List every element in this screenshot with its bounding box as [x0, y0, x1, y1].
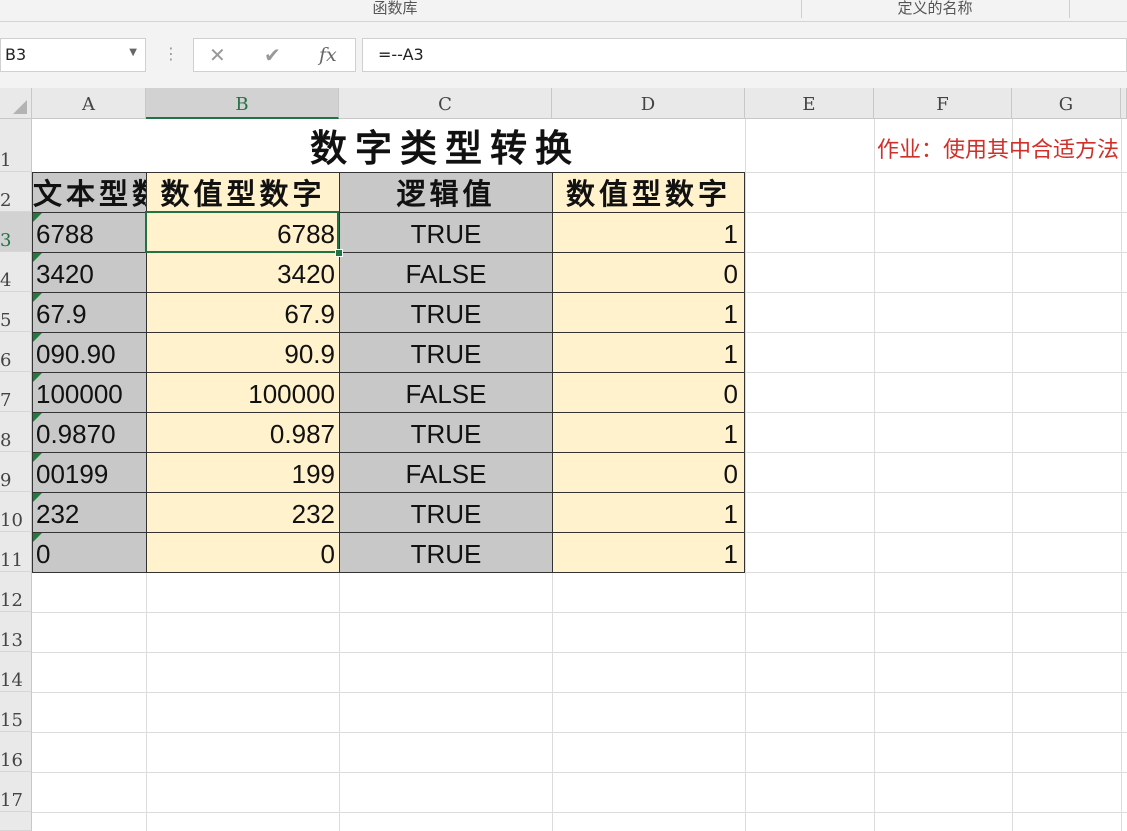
row-header-13[interactable]: 13 — [0, 612, 32, 652]
row-header-9[interactable]: 9 — [0, 452, 32, 492]
cell-d8[interactable]: 1 — [552, 412, 745, 452]
more-options-icon[interactable]: ⋮ — [163, 45, 179, 63]
column-header-e[interactable]: E — [745, 88, 874, 119]
formula-text: =--A3 — [378, 45, 424, 64]
column-header-g[interactable]: G — [1012, 88, 1121, 119]
group-label-defined-names: 定义的名称 — [897, 0, 973, 17]
cell-d9[interactable]: 0 — [552, 452, 745, 492]
cell-a7[interactable]: 100000 — [32, 372, 146, 412]
text-number-indicator — [33, 453, 42, 462]
cell-d10[interactable]: 1 — [552, 492, 745, 532]
cell-b6[interactable]: 90.9 — [146, 332, 339, 372]
formula-input[interactable]: =--A3 — [362, 38, 1127, 72]
cell-b5[interactable]: 67.9 — [146, 292, 339, 332]
name-box-value: B3 — [5, 45, 27, 64]
cell-d5[interactable]: 1 — [552, 292, 745, 332]
row-header-6[interactable]: 6 — [0, 332, 32, 372]
enter-check-icon[interactable]: ✔ — [264, 43, 281, 67]
column-header-a[interactable]: A — [32, 88, 146, 119]
cell-c4[interactable]: FALSE — [339, 252, 552, 292]
formula-bar: B3 ▼ ⋮ ✕ ✔ fx =--A3 — [0, 22, 1127, 88]
cell-a9[interactable]: 00199 — [32, 452, 146, 492]
cell-b4[interactable]: 3420 — [146, 252, 339, 292]
cell-b11[interactable]: 0 — [146, 532, 339, 573]
insert-function-icon[interactable]: fx — [319, 44, 337, 66]
cell-c7[interactable]: FALSE — [339, 372, 552, 412]
text-number-indicator — [33, 373, 42, 382]
cell-c6[interactable]: TRUE — [339, 332, 552, 372]
group-label-function-library: 函数库 — [372, 0, 418, 17]
homework-note[interactable]: 作业：使用其中合适方法 — [877, 132, 1119, 164]
fill-handle[interactable] — [335, 249, 343, 257]
cell-b8[interactable]: 0.987 — [146, 412, 339, 452]
cell-c10[interactable]: TRUE — [339, 492, 552, 532]
group-separator — [1069, 0, 1070, 18]
cell-b9[interactable]: 199 — [146, 452, 339, 492]
cell-a8[interactable]: 0.9870 — [32, 412, 146, 452]
chevron-down-icon[interactable]: ▼ — [129, 47, 137, 58]
text-number-indicator — [33, 413, 42, 422]
row-header-18-partial[interactable] — [0, 812, 32, 831]
cell-c8[interactable]: TRUE — [339, 412, 552, 452]
cell-d4[interactable]: 0 — [552, 252, 745, 292]
cell-c9[interactable]: FALSE — [339, 452, 552, 492]
row-header-10[interactable]: 10 — [0, 492, 32, 532]
cell-d11[interactable]: 1 — [552, 532, 745, 573]
cell-a5[interactable]: 67.9 — [32, 292, 146, 332]
cell-c11[interactable]: TRUE — [339, 532, 552, 573]
header-numeric-value[interactable]: 数值型数字 — [146, 172, 339, 212]
ribbon-group-strip: 函数库 定义的名称 — [0, 0, 1127, 22]
select-all-corner[interactable] — [0, 88, 32, 119]
row-header-2[interactable]: 2 — [0, 172, 32, 212]
header-text-number[interactable]: 文本型数 — [32, 172, 146, 212]
sheet-title[interactable]: 数字类型转换 — [146, 119, 744, 172]
name-box[interactable]: B3 ▼ — [0, 38, 146, 72]
row-header-14[interactable]: 14 — [0, 652, 32, 692]
text-number-indicator — [33, 213, 42, 222]
column-header-b[interactable]: B — [146, 88, 339, 119]
row-header-11[interactable]: 11 — [0, 532, 32, 572]
column-header-f[interactable]: F — [874, 88, 1012, 119]
text-number-indicator — [33, 253, 42, 262]
row-header-8[interactable]: 8 — [0, 412, 32, 452]
text-number-indicator — [33, 533, 42, 542]
cell-d6[interactable]: 1 — [552, 332, 745, 372]
cell-b7[interactable]: 100000 — [146, 372, 339, 412]
row-header-17[interactable]: 17 — [0, 772, 32, 812]
row-header-1[interactable]: 1 — [0, 119, 32, 172]
text-number-indicator — [33, 333, 42, 342]
cell-c5[interactable]: TRUE — [339, 292, 552, 332]
row-header-16[interactable]: 16 — [0, 732, 32, 772]
text-number-indicator — [33, 293, 42, 302]
active-cell-selection — [145, 211, 339, 253]
header-logical-value[interactable]: 逻辑值 — [339, 172, 552, 212]
cell-a10[interactable]: 232 — [32, 492, 146, 532]
row-header-4[interactable]: 4 — [0, 252, 32, 292]
row-header-7[interactable]: 7 — [0, 372, 32, 412]
column-header-h-partial[interactable] — [1121, 88, 1127, 119]
cell-b10[interactable]: 232 — [146, 492, 339, 532]
row-header-15[interactable]: 15 — [0, 692, 32, 732]
text-number-indicator — [33, 493, 42, 502]
cell-d3[interactable]: 1 — [552, 212, 745, 252]
row-header-5[interactable]: 5 — [0, 292, 32, 332]
cancel-icon[interactable]: ✕ — [209, 43, 226, 67]
cell-a6[interactable]: 090.90 — [32, 332, 146, 372]
cell-a11[interactable]: 0 — [32, 532, 146, 573]
cell-d7[interactable]: 0 — [552, 372, 745, 412]
cell-a4[interactable]: 3420 — [32, 252, 146, 292]
column-header-c[interactable]: C — [339, 88, 552, 119]
cell-a3[interactable]: 6788 — [32, 212, 146, 252]
formula-buttons: ✕ ✔ fx — [193, 38, 356, 72]
column-header-d[interactable]: D — [552, 88, 745, 119]
row-header-3[interactable]: 3 — [0, 212, 32, 252]
cell-c3[interactable]: TRUE — [339, 212, 552, 252]
header-numeric-value-2[interactable]: 数值型数字 — [552, 172, 745, 212]
row-header-12[interactable]: 12 — [0, 572, 32, 612]
